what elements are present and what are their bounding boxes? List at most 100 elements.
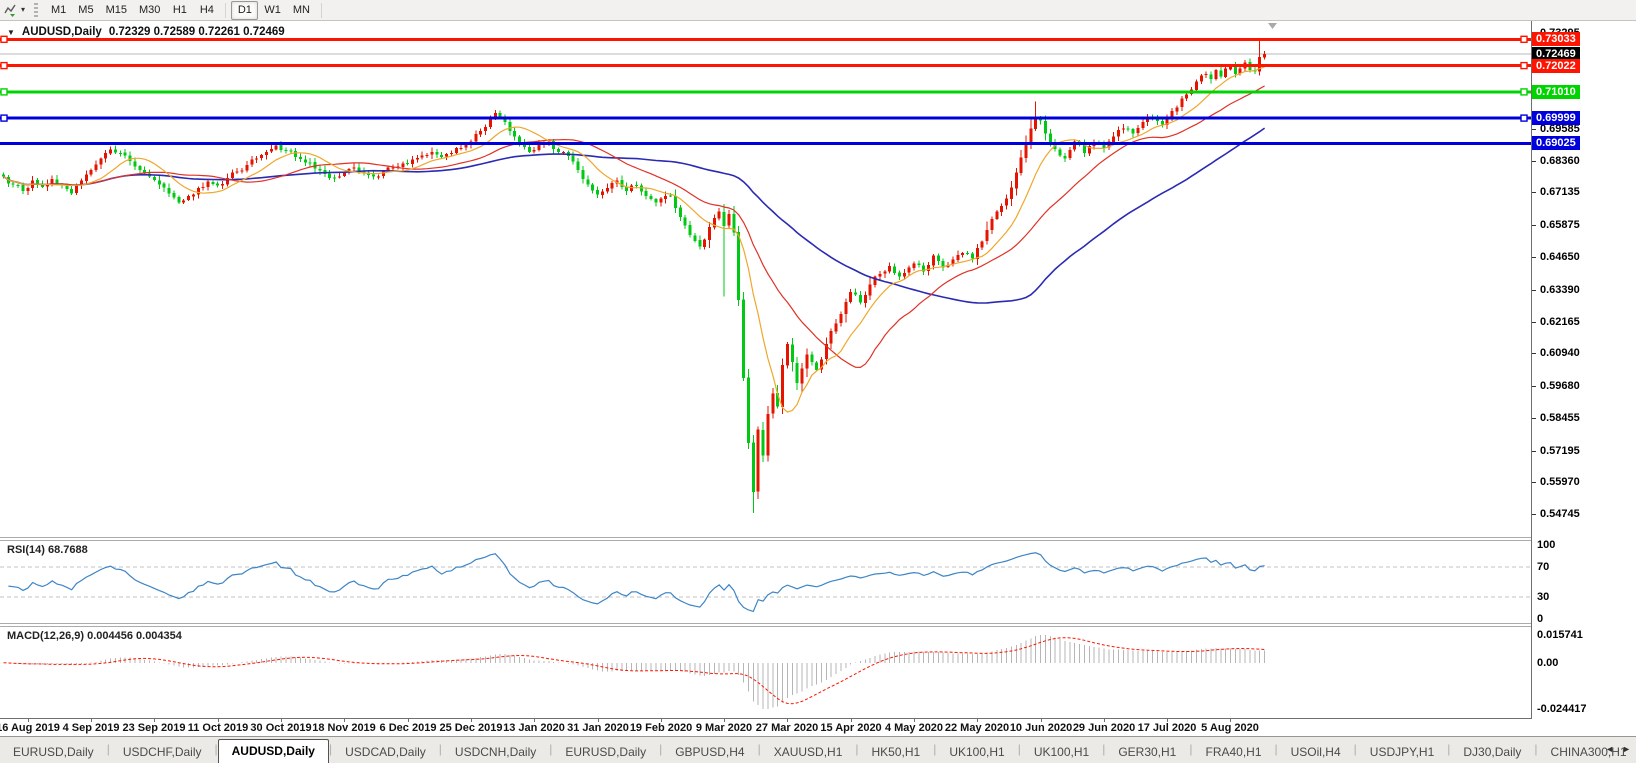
zigzag-chart-icon xyxy=(4,4,16,17)
date-label: 22 May 2020 xyxy=(944,722,1010,734)
chart-tool-button[interactable]: ▾ xyxy=(0,1,29,20)
rsi-tick-label: 70 xyxy=(1537,561,1550,573)
macd-pane-canvas[interactable] xyxy=(0,627,1531,718)
rsi-tick-label: 100 xyxy=(1537,539,1556,551)
macd-histogram xyxy=(7,635,1266,709)
chart-tab-usdjpy-h1[interactable]: USDJPY,H1 xyxy=(1357,741,1447,763)
horizontal-price-line[interactable] xyxy=(0,61,1531,70)
date-label: 27 Mar 2020 xyxy=(755,722,819,734)
date-label: 18 Nov 2019 xyxy=(312,722,376,734)
macd-tick-label: 0.00 xyxy=(1537,657,1559,669)
rsi-line xyxy=(8,552,1265,613)
line-handle[interactable] xyxy=(0,88,8,96)
chart-shift-marker[interactable] xyxy=(1268,23,1277,29)
price-axis-tick xyxy=(1532,290,1536,291)
chart-tab-eurusd-daily[interactable]: EURUSD,Daily xyxy=(552,741,659,763)
price-tick-label: 0.64650 xyxy=(1540,251,1580,263)
toolbar: ▾ M1 M5 M15 M30 H1 H4 D1 W1 MN xyxy=(0,0,1636,21)
date-label: 15 Apr 2020 xyxy=(820,722,882,734)
price-axis-tick xyxy=(1532,257,1536,258)
timeframe-button-h4[interactable]: H4 xyxy=(193,1,220,20)
timeframe-button-mn[interactable]: MN xyxy=(287,1,316,20)
date-label: 5 Aug 2020 xyxy=(1201,722,1259,734)
price-line-chip: 0.69999 xyxy=(1532,111,1580,125)
price-tick-label: 0.57195 xyxy=(1540,445,1580,457)
rsi-tick-label: 0 xyxy=(1537,613,1544,625)
timeframe-buttons: M1 M5 M15 M30 H1 H4 D1 W1 MN xyxy=(45,0,327,20)
price-axis-tick xyxy=(1532,482,1536,483)
chart-tab-usoil-h4[interactable]: USOil,H4 xyxy=(1278,741,1354,763)
rsi-indicator-label: RSI(14) 68.7688 xyxy=(7,544,88,556)
date-label: 9 Mar 2020 xyxy=(695,722,753,734)
timeframe-button-d1[interactable]: D1 xyxy=(231,0,259,20)
price-axis-tick xyxy=(1532,418,1536,419)
price-chart-canvas[interactable] xyxy=(0,21,1531,537)
macd-signal-line xyxy=(3,637,1265,705)
chart-tab-fra40-h1[interactable]: FRA40,H1 xyxy=(1192,741,1274,763)
chart-title: ▼ AUDUSD,Daily 0.72329 0.72589 0.72261 0… xyxy=(7,26,285,38)
line-handle[interactable] xyxy=(1520,88,1528,96)
horizontal-price-line[interactable] xyxy=(0,114,1531,122)
price-tick-label: 0.55970 xyxy=(1540,476,1580,488)
horizontal-price-line[interactable] xyxy=(0,88,1531,96)
timeframe-button-m1[interactable]: M1 xyxy=(45,1,72,20)
price-axis-tick xyxy=(1532,451,1536,452)
chart-tab-uk100-h1[interactable]: UK100,H1 xyxy=(1021,741,1102,763)
line-handle[interactable] xyxy=(0,114,8,122)
timeframe-button-m30[interactable]: M30 xyxy=(133,1,166,20)
line-handle[interactable] xyxy=(1520,35,1528,44)
timeframe-button-h1[interactable]: H1 xyxy=(166,1,193,20)
toolbar-grip[interactable] xyxy=(34,2,39,18)
chart-dropdown-icon[interactable]: ▼ xyxy=(7,28,15,37)
line-handle[interactable] xyxy=(1520,114,1528,122)
price-axis[interactable]: 0.732950.720700.708450.695850.683600.671… xyxy=(1531,21,1636,736)
candles-layer xyxy=(2,39,1267,513)
date-label: 4 Sep 2019 xyxy=(62,722,120,734)
mt4-window: ▾ M1 M5 M15 M30 H1 H4 D1 W1 MN ▼ AUDUSD,Daily 0.… xyxy=(0,0,1636,763)
timeframe-button-w1[interactable]: W1 xyxy=(258,1,287,20)
timeframe-button-m15[interactable]: M15 xyxy=(100,1,133,20)
date-label: 23 Sep 2019 xyxy=(122,722,186,734)
chart-tab-gbpusd-h4[interactable]: GBPUSD,H4 xyxy=(662,741,757,763)
date-label: 10 Jun 2020 xyxy=(1009,722,1073,734)
price-line-chip: 0.69025 xyxy=(1532,136,1580,150)
line-handle[interactable] xyxy=(0,61,8,70)
price-tick-label: 0.65875 xyxy=(1540,219,1580,231)
time-axis[interactable]: 16 Aug 2019 4 Sep 2019 23 Sep 2019 11 Oct 2… xyxy=(0,718,1636,736)
date-label: 4 May 2020 xyxy=(884,722,944,734)
line-handle[interactable] xyxy=(1520,61,1528,70)
tabs-scroll-right-icon[interactable]: ► xyxy=(1622,745,1631,754)
chart-tab-eurusd-daily[interactable]: EURUSD,Daily xyxy=(0,741,107,763)
chart-workspace: ▼ AUDUSD,Daily 0.72329 0.72589 0.72261 0… xyxy=(0,21,1636,736)
toolbar-divider xyxy=(321,2,322,18)
price-axis-tick xyxy=(1532,129,1536,130)
date-label: 31 Jan 2020 xyxy=(567,722,629,734)
chart-tab-audusd-daily[interactable]: AUDUSD,Daily xyxy=(217,739,329,763)
date-label: 25 Dec 2019 xyxy=(439,722,503,734)
price-axis-tick xyxy=(1532,225,1536,226)
rsi-pane-canvas[interactable] xyxy=(0,541,1531,623)
chart-tab-dj30-daily[interactable]: DJ30,Daily xyxy=(1450,741,1534,763)
tabs-scroll-left-icon[interactable]: ◄ xyxy=(1605,745,1614,754)
date-label: 17 Jul 2020 xyxy=(1137,722,1197,734)
price-axis-tick xyxy=(1532,192,1536,193)
macd-tick-label: 0.015741 xyxy=(1537,629,1583,641)
macd-tick-label: -0.024417 xyxy=(1537,703,1587,715)
chevron-down-icon[interactable]: ▾ xyxy=(21,6,25,14)
price-tick-label: 0.54745 xyxy=(1540,508,1580,520)
chart-tab-usdcad-daily[interactable]: USDCAD,Daily xyxy=(332,741,439,763)
price-axis-tick xyxy=(1532,353,1536,354)
chart-tab-ger30-h1[interactable]: GER30,H1 xyxy=(1105,741,1189,763)
chart-tab-uk100-h1[interactable]: UK100,H1 xyxy=(936,741,1017,763)
price-tick-label: 0.67135 xyxy=(1540,186,1580,198)
chart-tab-hk50-h1[interactable]: HK50,H1 xyxy=(859,741,934,763)
chart-tab-xauusd-h1[interactable]: XAUUSD,H1 xyxy=(761,741,856,763)
date-label: 13 Jan 2020 xyxy=(503,722,565,734)
chart-tab-usdcnh-daily[interactable]: USDCNH,Daily xyxy=(442,741,549,763)
ma-medium-line xyxy=(3,85,1265,369)
chart-symbol-label: AUDUSD,Daily xyxy=(21,26,102,38)
chart-tab-usdchf-daily[interactable]: USDCHF,Daily xyxy=(110,741,215,763)
chart-ohlc-label: 0.72329 0.72589 0.72261 0.72469 xyxy=(108,26,285,38)
price-tick-label: 0.58455 xyxy=(1540,412,1580,424)
timeframe-button-m5[interactable]: M5 xyxy=(72,1,99,20)
